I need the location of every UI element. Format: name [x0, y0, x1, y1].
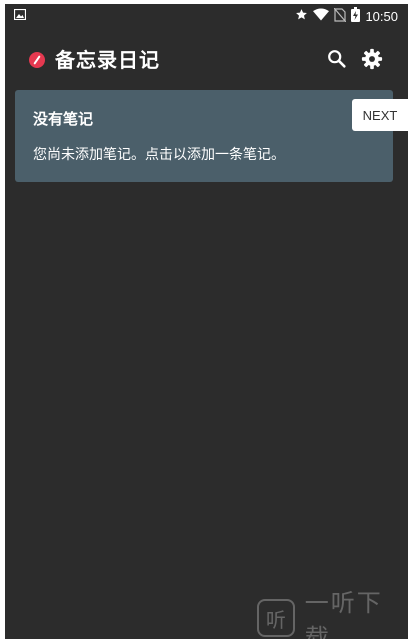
empty-notes-card[interactable]: 没有笔记 您尚未添加笔记。点击以添加一条笔记。 [15, 90, 393, 182]
app-bar: 备忘录日记 [5, 28, 408, 90]
image-icon [13, 8, 27, 23]
search-icon [328, 50, 346, 68]
status-time: 10:50 [365, 8, 398, 24]
app-screen: 10:50 备忘录日记 没有笔记 您尚未添加笔记。点击以添加一条笔记。 NEXT… [5, 4, 408, 639]
wifi-icon [313, 8, 330, 24]
gear-icon [361, 48, 383, 70]
watermark-logo: 听 [257, 599, 295, 637]
pen-logo-icon [29, 52, 45, 68]
settings-button[interactable] [361, 48, 383, 70]
status-bar: 10:50 [5, 4, 408, 28]
app-title: 备忘录日记 [55, 48, 160, 72]
star-icon [295, 8, 308, 24]
status-icons: 10:50 [295, 7, 398, 25]
empty-title: 没有笔记 [33, 110, 94, 128]
watermark: 听 一听下载 [257, 589, 408, 639]
watermark-text: 一听下载 [304, 589, 383, 639]
search-button[interactable] [326, 48, 348, 70]
battery-charging-icon [351, 7, 361, 25]
next-button[interactable]: NEXT [352, 99, 408, 131]
no-sim-icon [333, 7, 347, 25]
empty-message: 您尚未添加笔记。点击以添加一条笔记。 [33, 147, 285, 163]
